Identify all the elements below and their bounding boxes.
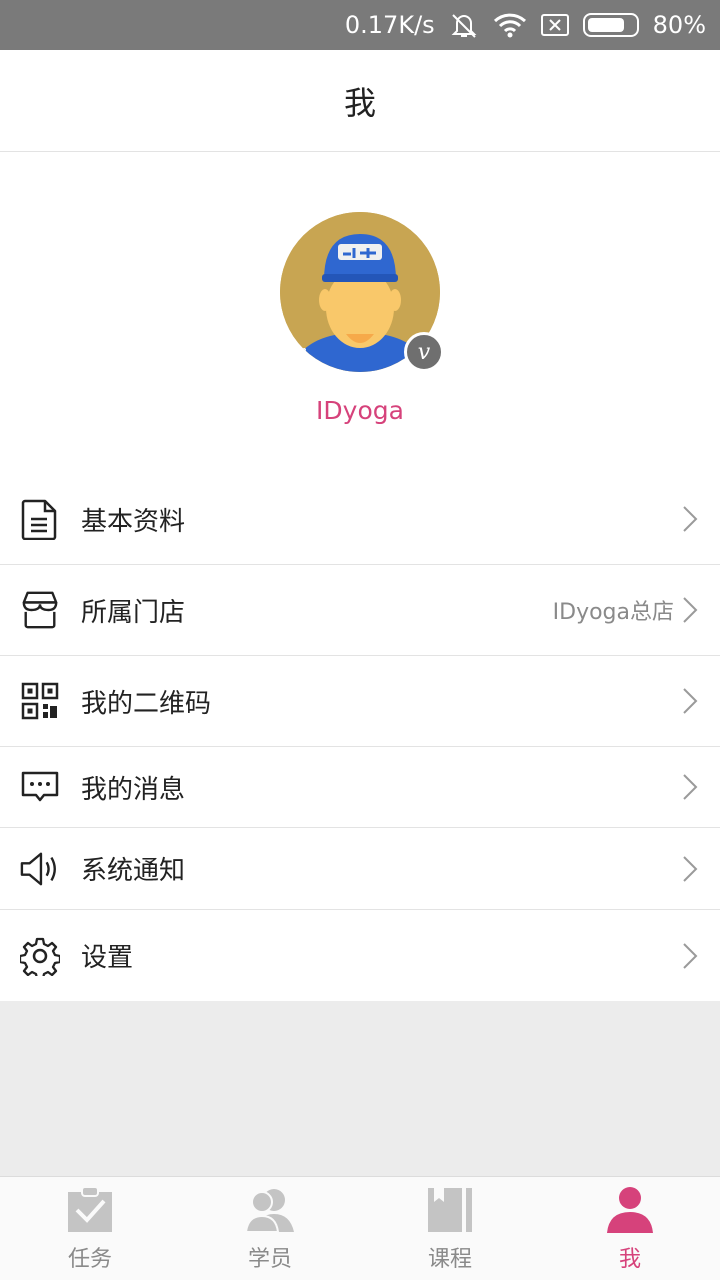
settings-menu: 基本资料 所属门店 IDyoga总店 我的二维码 我的消息 系统通知 设置	[0, 474, 720, 1001]
avatar[interactable]: v	[280, 212, 444, 372]
book-icon	[424, 1185, 476, 1235]
profile-section: v IDyoga	[0, 152, 720, 474]
menu-label: 系统通知	[81, 856, 186, 886]
tab-label: 我	[618, 1247, 641, 1272]
chevron-right-icon	[683, 688, 698, 714]
store-icon	[20, 590, 60, 630]
chevron-right-icon	[683, 597, 698, 623]
gear-icon	[20, 936, 60, 976]
speaker-icon	[20, 849, 60, 889]
top-bar: 我	[0, 50, 720, 152]
bottom-tab-bar: 任务 学员 课程 我	[0, 1176, 720, 1280]
verified-badge: v	[404, 332, 444, 372]
menu-label: 基本资料	[81, 506, 186, 537]
people-icon	[244, 1185, 296, 1235]
user-name: IDyoga	[316, 396, 404, 425]
menu-item-profile[interactable]: 基本资料	[0, 474, 720, 565]
tab-students[interactable]: 学员	[180, 1177, 360, 1280]
menu-item-qr-code[interactable]: 我的二维码	[0, 656, 720, 747]
menu-item-settings[interactable]: 设置	[0, 910, 720, 1001]
tab-label: 学员	[247, 1247, 292, 1272]
menu-label: 我的消息	[81, 774, 186, 805]
document-icon	[20, 499, 60, 540]
chevron-right-icon	[683, 774, 698, 800]
menu-label: 设置	[81, 943, 134, 973]
chevron-right-icon	[683, 855, 698, 882]
menu-label: 我的二维码	[81, 688, 212, 719]
store-name: IDyoga总店	[552, 600, 674, 625]
battery-icon	[582, 13, 639, 37]
tab-me[interactable]: 我	[540, 1177, 720, 1280]
no-sim-icon	[540, 14, 569, 36]
chevron-right-icon	[683, 942, 698, 969]
battery-percent: 80%	[652, 11, 706, 39]
mute-icon	[449, 11, 479, 39]
clipboard-check-icon	[64, 1185, 116, 1235]
page-title: 我	[343, 83, 376, 122]
menu-label: 所属门店	[81, 597, 186, 628]
chevron-right-icon	[683, 506, 698, 532]
tab-tasks[interactable]: 任务	[0, 1177, 180, 1280]
tab-label: 课程	[427, 1247, 472, 1272]
menu-item-store[interactable]: 所属门店 IDyoga总店	[0, 565, 720, 656]
wifi-icon	[493, 12, 527, 38]
tab-label: 任务	[67, 1247, 112, 1272]
network-speed: 0.17K/s	[344, 11, 435, 39]
person-icon	[604, 1185, 656, 1235]
tab-courses[interactable]: 课程	[360, 1177, 540, 1280]
status-bar: 0.17K/s 80%	[0, 0, 720, 50]
message-icon	[20, 767, 60, 807]
menu-item-notifications[interactable]: 系统通知	[0, 828, 720, 910]
qr-code-icon	[20, 681, 60, 721]
menu-item-messages[interactable]: 我的消息	[0, 747, 720, 828]
